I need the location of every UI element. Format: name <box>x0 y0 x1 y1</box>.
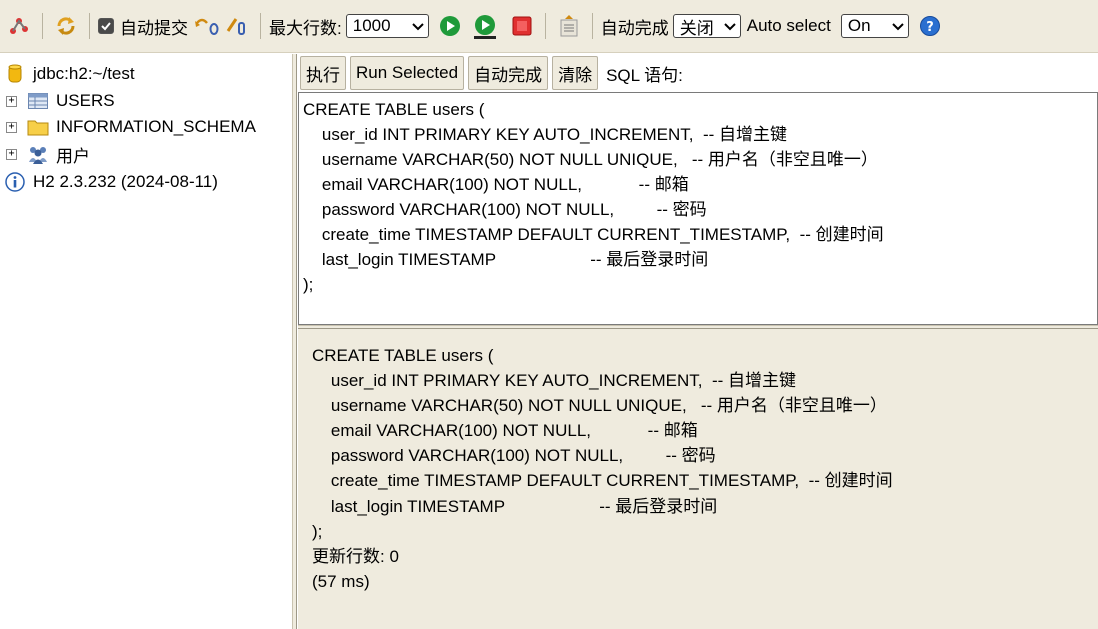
tree-item-label: USERS <box>56 91 115 110</box>
history-icon[interactable] <box>555 12 583 40</box>
tree-item-label: INFORMATION_SCHEMA <box>56 117 256 136</box>
result-panel: CREATE TABLE users ( user_id INT PRIMARY… <box>298 329 1098 629</box>
max-rows-select[interactable]: 1000 <box>345 14 429 38</box>
tree-item-users[interactable]: + USERS <box>0 89 115 113</box>
connection-label: jdbc:h2:~/test <box>33 64 135 83</box>
disconnect-icon[interactable] <box>5 12 33 40</box>
schema-tree: jdbc:h2:~/test + USERS + INFORMATION_SCH… <box>0 54 292 629</box>
sql-line: create_time TIMESTAMP DEFAULT CURRENT_TI… <box>303 225 884 244</box>
sql-line: CREATE TABLE users ( <box>303 100 485 119</box>
sql-line: email VARCHAR(100) NOT NULL, -- 邮箱 <box>303 175 689 194</box>
expand-icon[interactable]: + <box>6 121 17 133</box>
tree-version: H2 2.3.232 (2024-08-11) <box>0 170 218 194</box>
tree-item-information-schema[interactable]: + INFORMATION_SCHEMA <box>0 115 256 139</box>
sql-line: username VARCHAR(50) NOT NULL UNIQUE, --… <box>303 150 878 169</box>
chevron-down-icon <box>724 16 736 36</box>
result-line: username VARCHAR(50) NOT NULL UNIQUE, --… <box>312 396 887 416</box>
max-rows-label: 最大行数: <box>269 18 342 38</box>
tree-item-label: 用户 <box>56 146 90 166</box>
autoselect-select[interactable]: On <box>840 14 909 38</box>
run-selected-icon[interactable] <box>471 12 499 40</box>
result-line: password VARCHAR(100) NOT NULL, -- 密码 <box>312 446 716 466</box>
autocomplete-value: 关闭 <box>679 18 714 38</box>
toolbar-separator <box>544 13 546 39</box>
sql-editor[interactable]: CREATE TABLE users ( user_id INT PRIMARY… <box>298 92 1098 325</box>
rollback-icon[interactable] <box>193 12 221 40</box>
vertical-splitter[interactable] <box>292 54 297 629</box>
info-icon <box>4 171 26 193</box>
autoselect-label: Auto select <box>746 16 831 35</box>
expand-icon[interactable]: + <box>6 148 17 160</box>
result-line: last_login TIMESTAMP -- 最后登录时间 <box>312 496 718 516</box>
execute-button[interactable]: 执行 <box>300 56 346 90</box>
max-rows-value: 1000 <box>352 16 391 35</box>
table-icon <box>27 90 49 112</box>
result-line: CREATE TABLE users ( <box>312 346 494 365</box>
toolbar-separator <box>591 13 593 39</box>
database-icon <box>4 63 26 85</box>
toolbar-separator <box>89 13 90 39</box>
help-icon[interactable]: ? <box>916 12 944 40</box>
execution-time: (57 ms) <box>312 571 370 591</box>
run-selected-button[interactable]: Run Selected <box>350 56 465 90</box>
users-icon <box>27 143 49 165</box>
sql-line: last_login TIMESTAMP -- 最后登录时间 <box>303 250 709 269</box>
sql-label: SQL 语句: <box>606 65 683 85</box>
autoselect-value: On <box>847 16 871 35</box>
autocomplete-select[interactable]: 关闭 <box>672 14 741 38</box>
refresh-icon[interactable] <box>52 12 80 40</box>
tree-item-users-cn[interactable]: + 用户 <box>0 142 90 166</box>
tree-connection[interactable]: jdbc:h2:~/test <box>0 62 135 86</box>
autocomplete-button[interactable]: 自动完成 <box>468 56 549 90</box>
commit-icon[interactable] <box>223 12 251 40</box>
chevron-down-icon <box>412 16 424 36</box>
sql-line: ); <box>303 275 314 294</box>
sql-line: password VARCHAR(100) NOT NULL, -- 密码 <box>303 200 707 219</box>
chevron-down-icon <box>892 16 904 36</box>
result-line: ); <box>312 521 323 541</box>
sql-line: user_id INT PRIMARY KEY AUTO_INCREMENT, … <box>303 125 787 144</box>
svg-text:?: ? <box>926 20 934 35</box>
version-label: H2 2.3.232 (2024-08-11) <box>33 172 218 191</box>
run-icon[interactable] <box>436 12 464 40</box>
autocommit-label: 自动提交 <box>120 18 188 38</box>
result-line: email VARCHAR(100) NOT NULL, -- 邮箱 <box>312 421 698 441</box>
result-line: user_id INT PRIMARY KEY AUTO_INCREMENT, … <box>312 371 796 391</box>
toolbar: 自动提交 最大行数: 1000 自动完成 关闭 Auto select On ? <box>0 0 1098 53</box>
query-toolbar: 执行 Run Selected 自动完成 清除 SQL 语句: <box>298 54 1098 92</box>
autocommit-checkbox[interactable] <box>98 18 114 34</box>
toolbar-separator <box>260 13 261 39</box>
autocomplete-label: 自动完成 <box>600 18 669 38</box>
clear-button[interactable]: 清除 <box>552 56 599 90</box>
stop-icon[interactable] <box>508 12 536 40</box>
result-line: create_time TIMESTAMP DEFAULT CURRENT_TI… <box>312 471 893 491</box>
update-count: 更新行数: 0 <box>312 546 399 566</box>
folder-icon <box>27 116 49 138</box>
expand-icon[interactable]: + <box>6 95 17 107</box>
toolbar-separator <box>42 13 43 39</box>
